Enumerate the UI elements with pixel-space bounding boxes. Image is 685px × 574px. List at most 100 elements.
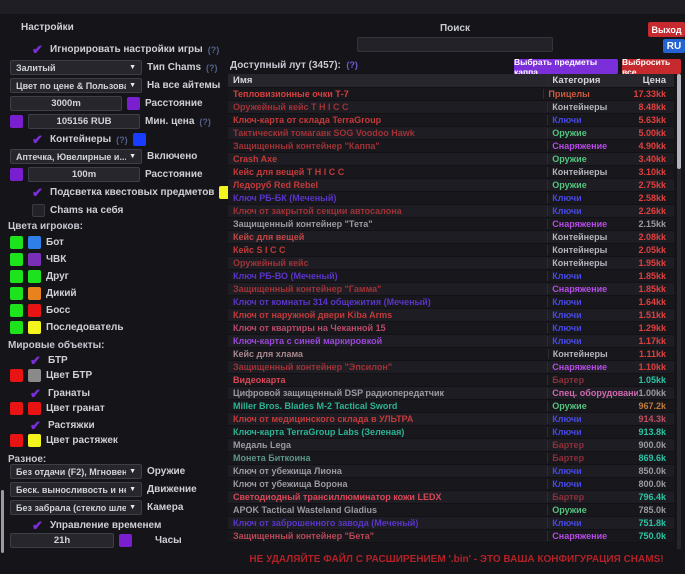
table-row[interactable]: Защищенный контейнер "Гамма"Снаряжение1.… (228, 283, 674, 296)
player-color-swatch-2[interactable] (28, 287, 41, 300)
item-name: Ключ-карта TerraGroup Labs (Зеленая) (228, 427, 547, 437)
discard-all-button[interactable]: Выбросить все (622, 59, 681, 74)
select-kappa-items-button[interactable]: Выбрать предметы каппа (514, 59, 618, 74)
table-row[interactable]: Кейс для вещей T H I C CКонтейнеры3.10kk (228, 166, 674, 179)
distance-input[interactable] (10, 96, 122, 111)
player-color-swatch-1[interactable] (10, 270, 23, 283)
ignore-game-settings-checkbox[interactable]: ✔ Игнорировать настройки игры (?) (30, 42, 232, 57)
column-header-name[interactable]: Имя (228, 75, 547, 86)
grenade-color-swatch-2[interactable] (28, 402, 41, 415)
table-row[interactable]: Ключ-карта от склада TerraGroupКлючи5.63… (228, 114, 674, 127)
table-row[interactable]: Тактический томагавк SOG Voodoo HawkОруж… (228, 127, 674, 140)
player-color-swatch-1[interactable] (10, 304, 23, 317)
table-row[interactable]: Кейс S I C CКонтейнеры2.05kk (228, 244, 674, 257)
player-color-swatch-1[interactable] (10, 321, 23, 334)
language-button[interactable]: RU (663, 39, 685, 53)
tripwire-color-swatch-1[interactable] (10, 434, 23, 447)
table-row[interactable]: Тепловизионные очки Т-7Прицелы17.33kk (228, 88, 674, 101)
column-header-category[interactable]: Категория (547, 75, 638, 86)
min-price-input[interactable] (28, 114, 140, 129)
min-price-color-swatch[interactable] (10, 115, 23, 128)
table-row[interactable]: Ледоруб Red RebelОружие2.75kk (228, 179, 674, 192)
item-name: Кейс для вещей (228, 232, 547, 242)
table-row[interactable]: Медаль LegaБартер900.0k (228, 439, 674, 452)
containers-checkbox[interactable]: ✔ Контейнеры (?) (30, 132, 232, 147)
table-row[interactable]: APOK Tactical Wasteland GladiusОружие785… (228, 504, 674, 517)
help-icon[interactable]: (?) (199, 117, 211, 127)
table-row[interactable]: Кейс для вещейКонтейнеры2.08kk (228, 231, 674, 244)
table-row[interactable]: Защищенный контейнер "Эпсилон"Снаряжение… (228, 361, 674, 374)
search-input[interactable] (357, 37, 553, 52)
chevron-down-icon: ▼ (129, 153, 136, 160)
table-row[interactable]: Монета БиткоинаБартер869.6k (228, 452, 674, 465)
column-header-price[interactable]: Цена (639, 75, 674, 86)
help-icon[interactable]: (?) (208, 45, 220, 55)
player-color-swatch-1[interactable] (10, 287, 23, 300)
grenade-color-swatch-1[interactable] (10, 402, 23, 415)
player-color-swatch-1[interactable] (10, 253, 23, 266)
hours-input[interactable] (10, 533, 114, 548)
table-row[interactable]: Ключ от заброшенного завода (Меченый)Клю… (228, 517, 674, 530)
player-color-swatch-2[interactable] (28, 236, 41, 249)
table-row[interactable]: Ключ РБ-БК (Меченый)Ключи2.58kk (228, 192, 674, 205)
player-color-swatch-2[interactable] (28, 253, 41, 266)
table-row[interactable]: Защищенный контейнер "Бета"Снаряжение750… (228, 530, 674, 543)
tripwire-color-swatch-2[interactable] (28, 434, 41, 447)
item-name: Miller Bros. Blades M-2 Tactical Sword (228, 401, 547, 411)
loot-scrollbar-thumb[interactable] (677, 74, 681, 169)
help-icon[interactable]: (?) (116, 135, 128, 145)
table-row[interactable]: Crash AxeОружие3.40kk (228, 153, 674, 166)
distance-color-swatch[interactable] (127, 97, 140, 110)
hours-color-swatch[interactable] (119, 534, 132, 547)
table-row[interactable]: Ключ от убежища ЛионаКлючи850.0k (228, 465, 674, 478)
table-row[interactable]: Оружейный кейсКонтейнеры1.95kk (228, 257, 674, 270)
player-color-swatch-2[interactable] (28, 321, 41, 334)
camera-select[interactable]: Без забрала (стекло шлема) ▼ (10, 500, 142, 515)
table-row[interactable]: Оружейный кейс T H I C CКонтейнеры8.48kk (228, 101, 674, 114)
table-row[interactable]: Кейс для хламаКонтейнеры1.11kk (228, 348, 674, 361)
table-row[interactable]: Ключ от медицинского склада в УЛЬТРАКлюч… (228, 413, 674, 426)
table-row[interactable]: Защищенный контейнер "Каппа"Снаряжение4.… (228, 140, 674, 153)
weapon-select[interactable]: Без отдачи (F2), Мгновенное п ▼ (10, 464, 142, 479)
table-row[interactable]: Ключ РБ-ВО (Меченый)Ключи1.85kk (228, 270, 674, 283)
item-category: Снаряжение (547, 362, 638, 372)
player-color-swatch-2[interactable] (28, 304, 41, 317)
grenades-checkbox[interactable]: ✔ Гранаты (28, 386, 232, 401)
all-items-select[interactable]: Цвет по цене & Пользователь ▼ (10, 78, 142, 93)
table-row[interactable]: Ключ от квартиры на Чеканной 15Ключи1.29… (228, 322, 674, 335)
btr-color-swatch-2[interactable] (28, 369, 41, 382)
containers-distance-input[interactable] (28, 167, 140, 182)
table-row[interactable]: Ключ от закрытой секции автосалонаКлючи2… (228, 205, 674, 218)
containers-distance-color-swatch[interactable] (10, 168, 23, 181)
table-row[interactable]: Цифровой защищенный DSP радиопередатчикС… (228, 387, 674, 400)
item-category: Контейнеры (548, 349, 639, 359)
player-color-swatch-1[interactable] (10, 236, 23, 249)
table-row[interactable]: Ключ от убежища ВоронаКлючи800.0k (228, 478, 674, 491)
player-color-swatch-2[interactable] (28, 270, 41, 283)
quest-highlight-checkbox[interactable]: ✔ Подсветка квестовых предметов (30, 185, 232, 200)
table-row[interactable]: Ключ от комнаты 314 общежития (Меченый)К… (228, 296, 674, 309)
table-row[interactable]: Защищенный контейнер "Тета"Снаряжение2.1… (228, 218, 674, 231)
help-icon[interactable]: (?) (206, 63, 218, 73)
time-control-checkbox[interactable]: ✔ Управление временем (30, 518, 232, 533)
self-chams-checkbox[interactable]: Chams на себя (32, 203, 232, 218)
table-row[interactable]: ВидеокартаБартер1.05kk (228, 374, 674, 387)
help-icon[interactable]: (?) (346, 60, 358, 70)
table-row[interactable]: Ключ от наружной двери Kiba ArmsКлючи1.5… (228, 309, 674, 322)
table-row[interactable]: Miller Bros. Blades M-2 Tactical SwordОр… (228, 400, 674, 413)
item-category: Снаряжение (547, 284, 638, 294)
chams-type-select[interactable]: Залитый ▼ (10, 60, 142, 75)
btr-checkbox[interactable]: ✔ БТР (28, 353, 232, 368)
containers-categories-select[interactable]: Аптечка, Ювелирные и... ▼ (10, 149, 142, 164)
tripwires-checkbox[interactable]: ✔ Растяжки (28, 418, 232, 433)
btr-color-swatch-1[interactable] (10, 369, 23, 382)
camera-select-row: Без забрала (стекло шлема) ▼ Камера (10, 500, 232, 515)
table-row[interactable]: Светодиодный трансиллюминатор кожи LEDXБ… (228, 491, 674, 504)
movement-select[interactable]: Беск. выносливость и нет уста ▼ (10, 482, 142, 497)
window-title-strip (0, 0, 685, 14)
settings-scrollbar[interactable] (1, 490, 4, 553)
exit-button[interactable]: Выход (648, 22, 685, 37)
containers-color-swatch[interactable] (133, 133, 146, 146)
table-row[interactable]: Ключ-карта TerraGroup Labs (Зеленая)Ключ… (228, 426, 674, 439)
table-row[interactable]: Ключ-карта с синей маркировкойКлючи1.17k… (228, 335, 674, 348)
